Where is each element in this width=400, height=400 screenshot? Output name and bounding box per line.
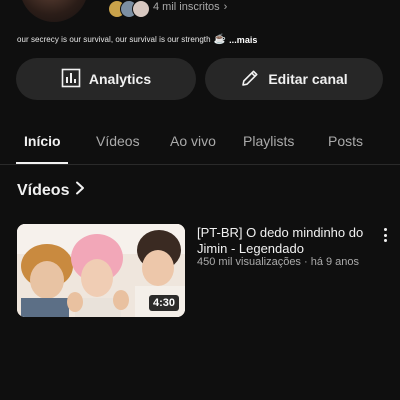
tab-ao-vivo[interactable]: Ao vivo bbox=[170, 133, 216, 149]
edit-channel-button[interactable]: Editar canal bbox=[205, 58, 383, 100]
bar-chart-icon bbox=[61, 68, 81, 91]
videos-section-header[interactable]: Vídeos bbox=[17, 181, 85, 200]
subscriber-avatar bbox=[132, 0, 150, 18]
tab-videos[interactable]: Vídeos bbox=[96, 133, 140, 149]
tabs-divider bbox=[0, 164, 400, 165]
tab-posts[interactable]: Posts bbox=[328, 133, 363, 149]
coffee-emoji: ☕ bbox=[213, 34, 227, 45]
video-thumbnail[interactable]: 4:30 bbox=[17, 224, 185, 317]
channel-avatar[interactable] bbox=[20, 0, 88, 22]
chevron-right-icon: › bbox=[223, 1, 228, 13]
more-vert-icon[interactable] bbox=[378, 226, 392, 244]
channel-description[interactable]: our secrecy is our survival, our surviva… bbox=[17, 34, 257, 45]
tab-inicio[interactable]: Início bbox=[24, 133, 61, 149]
active-tab-indicator bbox=[16, 162, 68, 164]
section-title: Vídeos bbox=[17, 181, 70, 199]
subscriber-count-label: 4 mil inscritos bbox=[153, 1, 220, 13]
chevron-right-icon bbox=[75, 181, 85, 200]
subscriber-avatars bbox=[108, 0, 150, 18]
analytics-button-label: Analytics bbox=[88, 71, 152, 87]
more-link[interactable]: ...mais bbox=[229, 35, 257, 45]
channel-description-text: our secrecy is our survival, our surviva… bbox=[17, 35, 211, 44]
subscriber-count[interactable]: 4 mil inscritos › bbox=[153, 1, 227, 13]
analytics-button[interactable]: Analytics bbox=[16, 58, 196, 100]
edit-channel-button-label: Editar canal bbox=[268, 71, 348, 87]
tab-playlists[interactable]: Playlists bbox=[243, 133, 294, 149]
video-duration: 4:30 bbox=[148, 295, 179, 311]
pencil-icon bbox=[240, 68, 260, 91]
video-meta: 450 mil visualizações · há 9 anos bbox=[197, 256, 360, 268]
video-title[interactable]: [PT-BR] O dedo mindinho do Jimin - Legen… bbox=[197, 225, 367, 257]
